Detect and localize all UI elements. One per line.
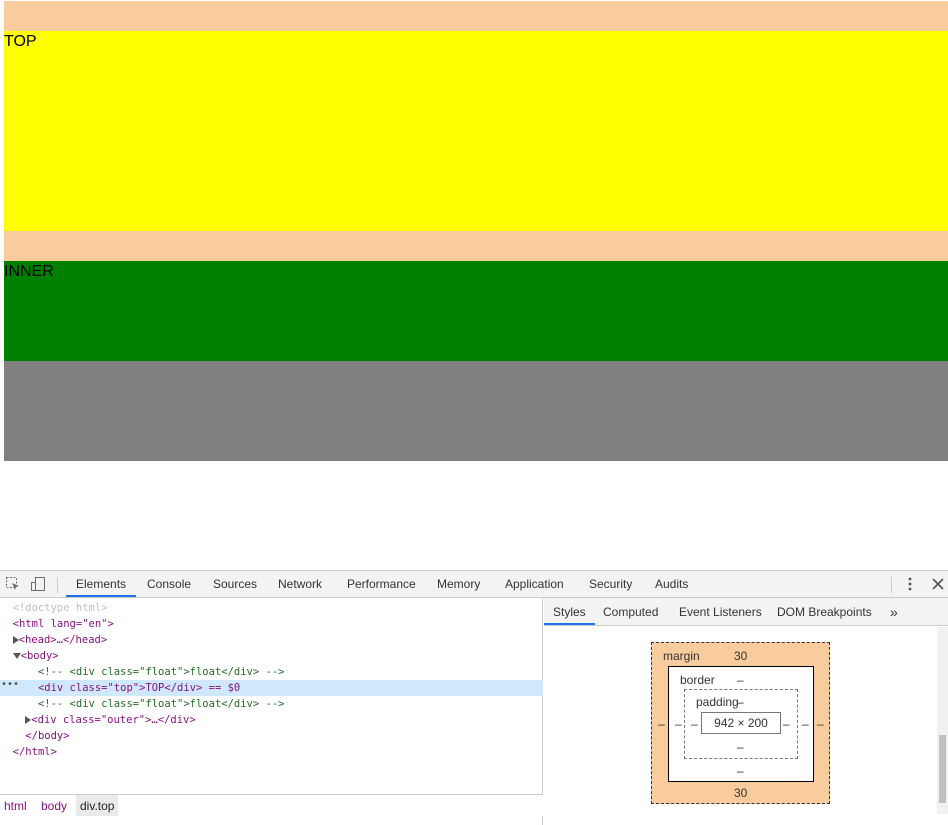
tab-performance[interactable]: Performance <box>347 571 416 597</box>
styles-pane: Styles Computed Event Listeners DOM Brea… <box>544 598 948 825</box>
tab-audits[interactable]: Audits <box>655 571 688 597</box>
more-options-icon[interactable] <box>902 576 918 592</box>
ellipsis-icon[interactable]: ••• <box>1 677 19 693</box>
margin-bottom-value[interactable]: 30 <box>734 786 747 800</box>
breadcrumb-body[interactable]: body <box>37 795 71 816</box>
tab-security[interactable]: Security <box>589 571 632 597</box>
dom-line-div-top-selected[interactable]: ••• <div class="top">TOP</div> == $0 <box>0 677 543 696</box>
elements-tree: <!doctype html> <html lang="en"> <head>…… <box>0 598 543 825</box>
tab-elements[interactable]: Elements <box>66 571 137 597</box>
margin-right-value[interactable]: – <box>817 717 824 731</box>
device-toolbar-icon[interactable] <box>30 576 46 592</box>
dom-line-text: <div class="top">TOP</div> == $0 <box>37 682 241 694</box>
tab-sources[interactable]: Sources <box>213 571 257 597</box>
dom-line-html[interactable]: <html lang="en"> <box>0 616 543 632</box>
dom-line-text: <!doctype html> <box>12 602 108 614</box>
dom-line-text: </body> <box>25 730 70 742</box>
border-left-value[interactable]: – <box>675 717 682 731</box>
devtools-panel: Elements Console Sources Network Perform… <box>0 570 948 825</box>
more-tabs-icon[interactable]: » <box>890 598 898 625</box>
breadcrumb-html[interactable]: html <box>0 795 31 816</box>
dom-line-text: <head>…</head> <box>18 634 108 646</box>
border-bottom-value[interactable]: – <box>737 764 744 778</box>
top-block[interactable]: TOP <box>4 31 948 231</box>
tab-console[interactable]: Console <box>147 571 191 597</box>
dom-line-text: <html lang="en"> <box>12 618 114 630</box>
tab-dom-breakpoints[interactable]: DOM Breakpoints <box>777 598 872 625</box>
outer-block[interactable] <box>4 361 948 461</box>
styles-scrollbar[interactable] <box>937 627 948 814</box>
padding-left-value[interactable]: – <box>691 717 698 731</box>
padding-right-value[interactable]: – <box>783 717 790 731</box>
breadcrumb-div-top[interactable]: div.top <box>76 795 119 816</box>
close-icon[interactable] <box>930 576 946 592</box>
margin-top-value[interactable]: 30 <box>734 649 747 663</box>
margin-label: margin <box>663 649 700 663</box>
styles-tabs: Styles Computed Event Listeners DOM Brea… <box>544 598 948 626</box>
border-right-value[interactable]: – <box>802 717 809 731</box>
margin-left-value[interactable]: – <box>658 717 665 731</box>
devtools-toolbar: Elements Console Sources Network Perform… <box>0 571 948 598</box>
padding-label: padding <box>696 695 739 709</box>
tab-computed[interactable]: Computed <box>603 598 658 625</box>
dom-line-head[interactable]: <head>…</head> <box>0 632 543 648</box>
tab-network[interactable]: Network <box>278 571 322 597</box>
toolbar-divider-right <box>891 577 892 593</box>
tab-memory[interactable]: Memory <box>437 571 480 597</box>
margin-highlight-top <box>4 1 948 31</box>
dom-line-body[interactable]: <body> <box>0 648 543 664</box>
padding-top-value[interactable]: – <box>737 695 744 709</box>
dom-line-text: </html> <box>12 746 57 758</box>
inner-block[interactable]: INNER <box>4 261 948 361</box>
dom-line-text: <!-- <div class="float">float</div> --> <box>37 698 285 710</box>
scrollbar-thumb[interactable] <box>939 735 946 803</box>
dom-line-comment-1[interactable]: <!-- <div class="float">float</div> --> <box>0 664 543 680</box>
top-block-label: TOP <box>4 33 37 50</box>
content-size-value[interactable]: 942 × 200 <box>714 716 768 730</box>
dom-line-html-close[interactable]: </html> <box>0 744 543 760</box>
dom-line-doctype[interactable]: <!doctype html> <box>0 600 543 616</box>
dom-line-text: <div class="outer">…</div> <box>31 714 196 726</box>
dom-line-text: <!-- <div class="float">float</div> --> <box>37 666 285 678</box>
margin-highlight-bottom <box>4 231 948 261</box>
dom-line-comment-2[interactable]: <!-- <div class="float">float</div> --> <box>0 696 543 712</box>
tab-event-listeners[interactable]: Event Listeners <box>679 598 762 625</box>
border-label: border <box>680 673 715 687</box>
dom-line-text: <body> <box>20 650 59 662</box>
border-top-value[interactable]: – <box>737 673 744 687</box>
dom-line-div-outer[interactable]: <div class="outer">…</div> <box>0 712 543 728</box>
dom-line-body-close[interactable]: </body> <box>0 728 543 744</box>
tab-styles[interactable]: Styles <box>544 598 595 625</box>
collapse-triangle-icon[interactable] <box>12 653 21 659</box>
breadcrumb: html body div.top <box>0 794 543 816</box>
inner-block-label: INNER <box>4 263 54 280</box>
box-model-content[interactable]: 942 × 200 <box>701 712 781 734</box>
page-viewport: TOP INNER <box>0 0 948 570</box>
inspect-element-icon[interactable] <box>5 576 21 592</box>
toolbar-divider <box>57 577 58 593</box>
padding-bottom-value[interactable]: – <box>737 740 744 754</box>
tab-application[interactable]: Application <box>505 571 564 597</box>
